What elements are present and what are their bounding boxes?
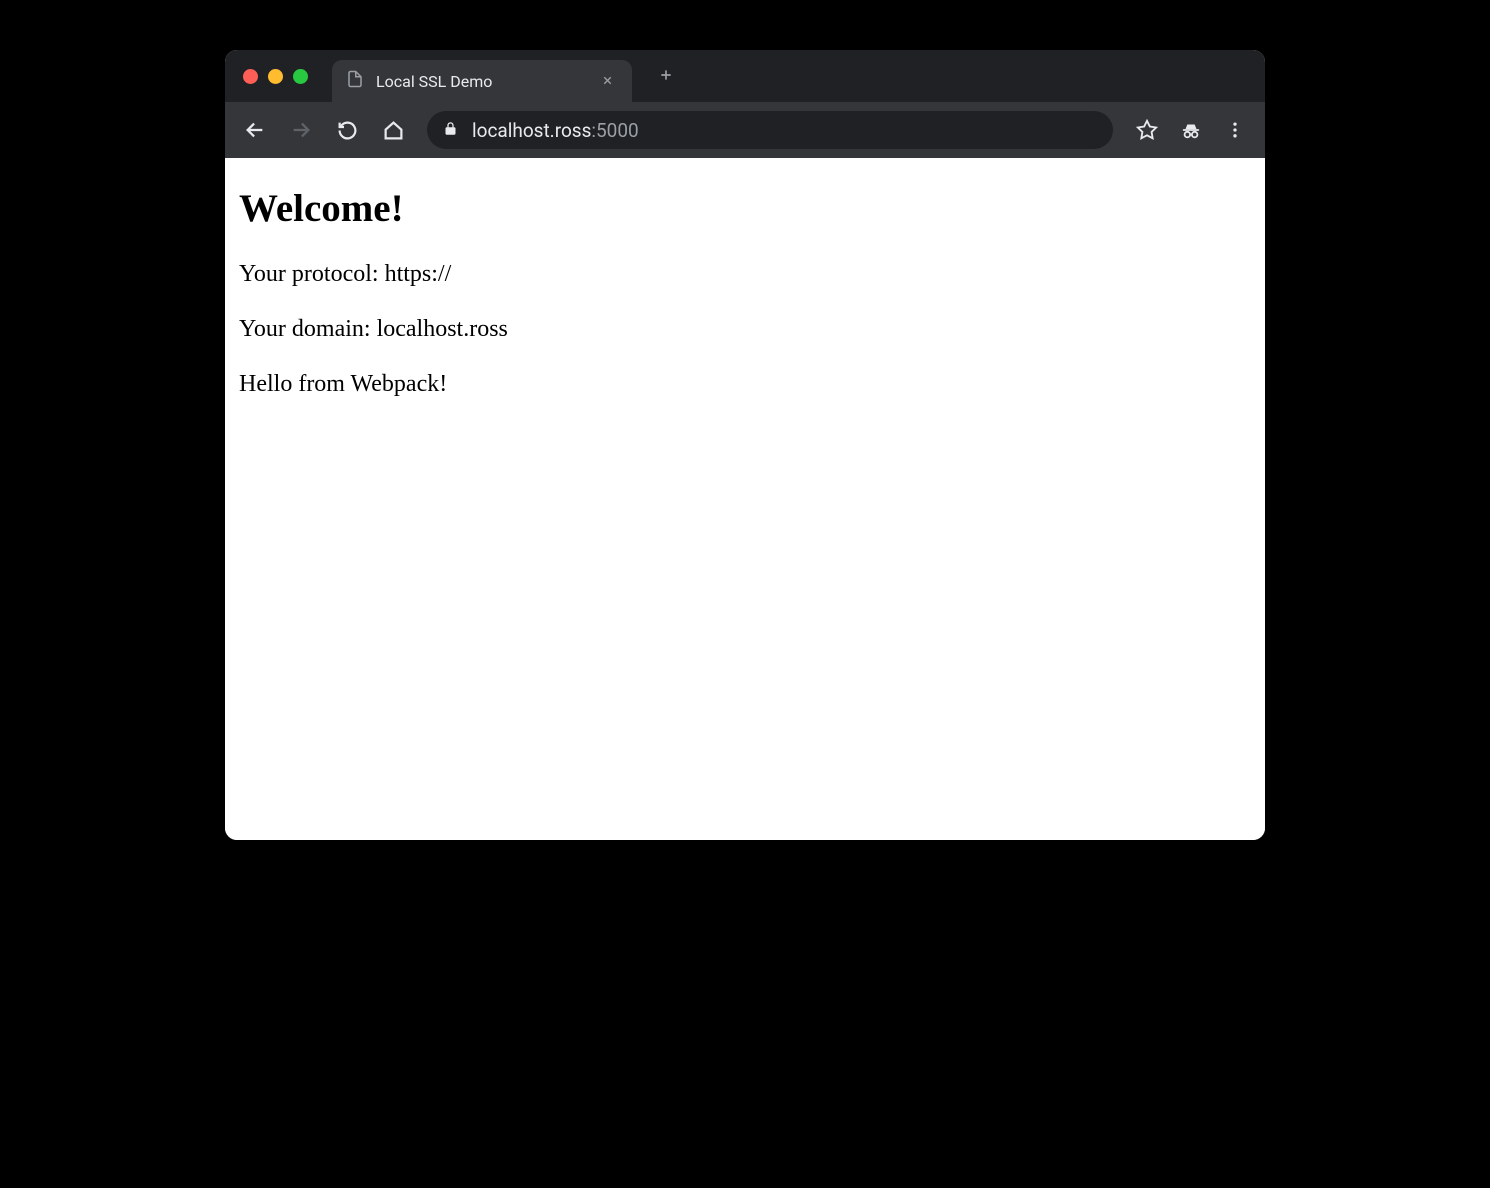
page-heading: Welcome! <box>239 186 1251 231</box>
minimize-window-button[interactable] <box>268 69 283 84</box>
nav-bar: localhost.ross:5000 <box>225 102 1265 158</box>
url-port: :5000 <box>591 119 638 142</box>
hello-line: Hello from Webpack! <box>239 371 1251 398</box>
address-bar[interactable]: localhost.ross:5000 <box>427 111 1113 149</box>
home-button[interactable] <box>373 110 413 150</box>
maximize-window-button[interactable] <box>293 69 308 84</box>
browser-window: Local SSL Demo <box>225 50 1265 840</box>
reload-button[interactable] <box>327 110 367 150</box>
incognito-icon[interactable] <box>1171 110 1211 150</box>
protocol-line: Your protocol: https:// <box>239 261 1251 288</box>
close-window-button[interactable] <box>243 69 258 84</box>
menu-button[interactable] <box>1215 110 1255 150</box>
browser-tab[interactable]: Local SSL Demo <box>332 60 632 102</box>
back-button[interactable] <box>235 110 275 150</box>
close-tab-button[interactable] <box>597 70 618 93</box>
traffic-lights <box>243 69 308 84</box>
url-text: localhost.ross:5000 <box>472 119 639 142</box>
page-content: Welcome! Your protocol: https:// Your do… <box>225 158 1265 840</box>
forward-button[interactable] <box>281 110 321 150</box>
tab-title: Local SSL Demo <box>376 72 597 91</box>
url-host: localhost.ross <box>472 119 591 142</box>
domain-line: Your domain: localhost.ross <box>239 316 1251 343</box>
lock-icon <box>443 121 458 140</box>
new-tab-button[interactable] <box>650 60 682 93</box>
tab-bar: Local SSL Demo <box>225 50 1265 102</box>
page-icon <box>346 70 364 92</box>
bookmark-button[interactable] <box>1127 110 1167 150</box>
